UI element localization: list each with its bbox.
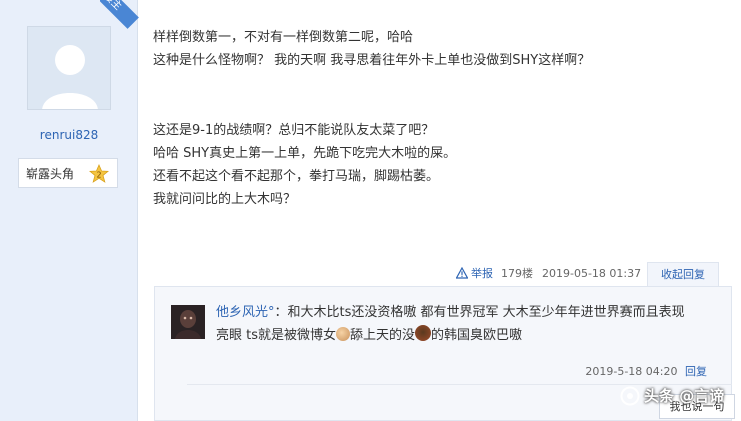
level-number: 2 bbox=[96, 171, 101, 180]
reply-meta: 2019-5-18 04:20 回复 bbox=[585, 363, 707, 379]
reply-avatar[interactable] bbox=[171, 305, 205, 339]
collapse-replies-button[interactable]: 收起回复 bbox=[647, 262, 719, 287]
post-line: 我就问问比的上大木吗？ bbox=[153, 192, 297, 207]
reply-text-part: 的韩国臭欧巴嗷 bbox=[431, 328, 523, 343]
post-line: 哈哈 SHY真史上第一上单，先跪下吃完大木啦的屎。 bbox=[153, 146, 457, 161]
report-label: 举报 bbox=[471, 267, 493, 280]
author-username[interactable]: renrui828 bbox=[0, 128, 138, 142]
post-line: 还看不起这个看不起那个，拳打马瑞，脚踢枯萎。 bbox=[153, 169, 440, 184]
author-avatar[interactable] bbox=[27, 26, 111, 110]
emoji-icon bbox=[415, 325, 432, 341]
rank-title: 崭露头角 bbox=[26, 166, 75, 181]
warning-icon bbox=[456, 267, 468, 279]
reply-text-part: 舔上天的没 bbox=[350, 328, 416, 343]
author-panel: 楼主 renrui828 崭露头角 2 bbox=[0, 0, 139, 421]
post-time: 2019-05-18 01:37 bbox=[542, 266, 642, 280]
reply-button[interactable]: 回复 bbox=[685, 365, 707, 378]
reply-text-part: ：和大木比ts还没资格嗷 都有世界冠军 大木至少年年进世界赛而且表现 bbox=[274, 305, 685, 320]
floor-number: 179楼 bbox=[501, 267, 533, 280]
user-avatar-icon bbox=[171, 305, 205, 339]
post-content: 样样倒数第一，不对有一样倒数第二呢，哈哈 这种是什么怪物啊？ 我的天啊 我寻思着… bbox=[153, 26, 713, 211]
reply-text-part: 亮眼 ts就是被微博女 bbox=[216, 328, 337, 343]
reply-text: 他乡风光°：和大木比ts还没资格嗷 都有世界冠军 大木至少年年进世界赛而且表现 … bbox=[216, 301, 721, 347]
reply-time: 2019-5-18 04:20 bbox=[585, 365, 678, 378]
default-avatar-icon bbox=[28, 27, 110, 109]
op-badge-label: 楼主 bbox=[100, 0, 139, 29]
post-line: 这还是9-1的战绩啊？总归不能说队友太菜了吧？ bbox=[153, 123, 435, 138]
post-line: 样样倒数第一，不对有一样倒数第二呢，哈哈 bbox=[153, 30, 414, 45]
level-star-icon: 2 bbox=[89, 164, 109, 183]
watermark-text: 头条 @言谛 bbox=[644, 387, 725, 405]
post-line: 这种是什么怪物啊？ 我的天啊 我寻思着往年外卡上单也没做到SHY这样啊？ bbox=[153, 53, 591, 68]
author-rank: 崭露头角 2 bbox=[18, 158, 118, 188]
reply-username[interactable]: 他乡风光° bbox=[216, 305, 275, 320]
watermark: 头条 @言谛 bbox=[620, 385, 724, 406]
emoji-icon bbox=[336, 327, 351, 341]
report-link[interactable]: 举报 bbox=[456, 265, 493, 281]
post-meta: 举报 179楼 2019-05-18 01:37 bbox=[456, 265, 641, 281]
watermark-logo-icon bbox=[620, 386, 640, 405]
